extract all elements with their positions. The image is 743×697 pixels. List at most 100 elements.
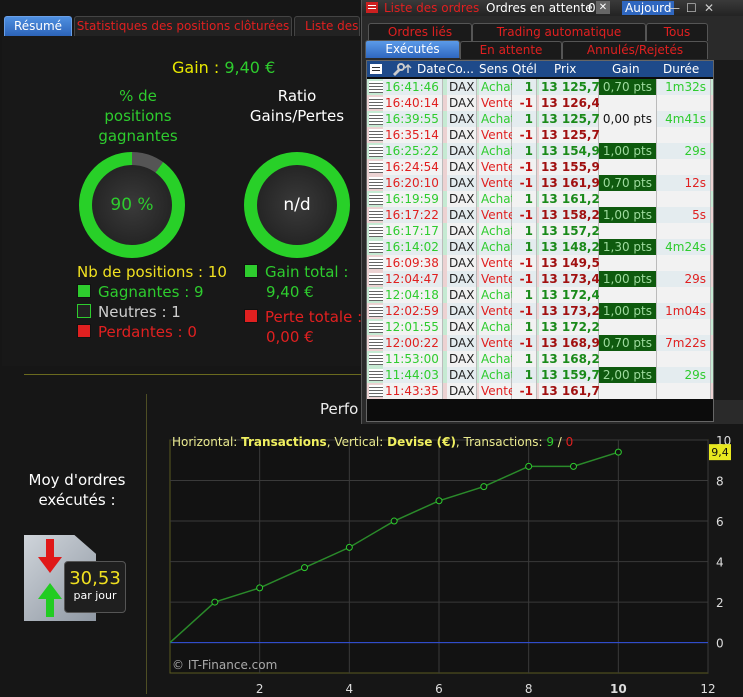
table-row[interactable]: 16:17:17 DAX Achat 1 13 157,2 xyxy=(367,223,713,239)
cell-gain: 0,00 pts xyxy=(599,111,657,127)
order-doc-icon[interactable] xyxy=(369,209,383,221)
header-tools-icon[interactable] xyxy=(391,62,413,79)
cell-date: 16:19:59 xyxy=(383,191,443,207)
table-row[interactable]: 16:25:22 DAX Achat 1 13 154,9 1,00 pts 29s xyxy=(367,143,713,159)
cell-sens: Vente xyxy=(479,303,516,319)
table-row[interactable]: 12:04:18 DAX Achat 1 13 172,4 xyxy=(367,287,713,303)
x-tick-label: 4 xyxy=(346,682,354,696)
cell-duree: 12s xyxy=(657,175,711,191)
order-doc-icon[interactable] xyxy=(369,177,383,189)
order-doc-icon[interactable] xyxy=(369,129,383,141)
cell-gain xyxy=(599,287,657,303)
perte-totale-label: Perte totale : xyxy=(265,308,363,326)
data-point xyxy=(570,462,577,470)
cell-gain xyxy=(599,351,657,367)
table-row[interactable]: 12:04:47 DAX Vente -1 13 173,4 1,00 pts 29s xyxy=(367,271,713,287)
cell-duree xyxy=(657,223,711,239)
table-row[interactable]: 16:09:38 DAX Vente -1 13 149,5 xyxy=(367,255,713,271)
tab-tous[interactable]: Tous xyxy=(646,23,708,41)
order-doc-icon[interactable] xyxy=(369,337,383,349)
cell-prix: 13 125,7 xyxy=(539,127,600,143)
col-gain[interactable]: Gain xyxy=(612,62,640,76)
tab-en-attente[interactable]: En attente xyxy=(460,41,562,59)
cell-prix: 13 172,4 xyxy=(539,287,600,303)
table-row[interactable]: 11:44:03 DAX Achat 1 13 159,7 2,00 pts 29s xyxy=(367,367,713,383)
table-row[interactable]: 12:01:55 DAX Achat 1 13 172,2 xyxy=(367,319,713,335)
title-ordres-attente[interactable]: Ordres en attente xyxy=(486,1,593,15)
cell-duree: 29s xyxy=(657,143,711,159)
col-sens[interactable]: Sens xyxy=(479,62,508,76)
col-code[interactable]: Co... xyxy=(447,62,474,76)
cell-gain xyxy=(599,95,657,111)
col-qte[interactable]: Qtél xyxy=(512,62,537,76)
cell-gain xyxy=(599,223,657,239)
table-row[interactable]: 16:24:54 DAX Vente -1 13 155,9 xyxy=(367,159,713,175)
order-doc-icon[interactable] xyxy=(369,385,383,397)
col-date[interactable]: Date xyxy=(417,62,446,76)
moy-value: 30,53 xyxy=(69,568,121,589)
order-doc-icon[interactable] xyxy=(369,257,383,269)
order-doc-icon[interactable] xyxy=(369,193,383,205)
order-doc-icon[interactable] xyxy=(369,113,383,125)
cell-co: DAX xyxy=(447,111,477,127)
cell-prix: 13 155,9 xyxy=(539,159,600,175)
table-row[interactable]: 16:14:02 DAX Achat 1 13 148,2 1,30 pts 4m24s xyxy=(367,239,713,255)
cell-date: 16:20:10 xyxy=(383,175,443,191)
order-doc-icon[interactable] xyxy=(369,273,383,285)
order-doc-icon[interactable] xyxy=(369,369,383,381)
title-aujourdhui[interactable]: Aujourd xyxy=(622,1,675,15)
cell-qte: -1 xyxy=(512,335,537,351)
tab-trading-auto[interactable]: Trading automatique xyxy=(472,23,646,41)
cell-co: DAX xyxy=(447,223,477,239)
table-row[interactable]: 16:20:10 DAX Vente -1 13 161,9 0,70 pts 12s xyxy=(367,175,713,191)
cell-prix: 13 161,7 xyxy=(539,383,600,399)
moy-box: 30,53 par jour xyxy=(64,561,126,613)
cell-sens: Achat xyxy=(479,287,516,303)
table-row[interactable]: 16:41:46 DAX Achat 1 13 125,7 0,70 pts 1m32s xyxy=(367,79,713,95)
cell-date: 12:02:59 xyxy=(383,303,443,319)
tab-resume[interactable]: Résumé xyxy=(4,16,72,36)
order-doc-icon[interactable] xyxy=(369,97,383,109)
order-doc-icon[interactable] xyxy=(369,353,383,365)
black-square-icon xyxy=(77,304,91,318)
cell-gain: 2,00 pts xyxy=(599,367,657,383)
tab-statistiques[interactable]: Statistiques des positions clôturées xyxy=(74,16,292,36)
header-doc-icon[interactable] xyxy=(369,62,383,79)
close-tab-icon[interactable]: ✕ xyxy=(596,1,610,14)
table-row[interactable]: 16:40:14 DAX Vente -1 13 126,4 xyxy=(367,95,713,111)
minimize-icon[interactable]: — xyxy=(668,1,680,15)
cell-date: 11:43:35 xyxy=(383,383,443,399)
col-duree[interactable]: Durée xyxy=(663,62,699,76)
tab-annules[interactable]: Annulés/Rejetés xyxy=(562,41,708,59)
table-row[interactable]: 11:43:35 DAX Vente -1 13 161,7 xyxy=(367,383,713,399)
table-row[interactable]: 16:19:59 DAX Achat 1 13 161,2 xyxy=(367,191,713,207)
tab-liste[interactable]: Liste des xyxy=(294,16,360,36)
order-doc-icon[interactable] xyxy=(369,145,383,157)
close-icon[interactable]: ✕ xyxy=(704,1,714,15)
cell-gain xyxy=(599,319,657,335)
order-doc-icon[interactable] xyxy=(369,321,383,333)
title-liste-ordres[interactable]: Liste des ordres xyxy=(384,1,479,15)
cell-qte: -1 xyxy=(512,271,537,287)
tab-ordres-lies[interactable]: Ordres liés xyxy=(368,23,472,41)
table-row[interactable]: 16:39:55 DAX Achat 1 13 125,7 0,00 pts 4m41s xyxy=(367,111,713,127)
table-row[interactable]: 11:53:00 DAX Achat 1 13 168,2 xyxy=(367,351,713,367)
col-prix[interactable]: Prix xyxy=(554,62,576,76)
table-row[interactable]: 16:17:22 DAX Vente -1 13 158,2 1,00 pts 5s xyxy=(367,207,713,223)
order-doc-icon[interactable] xyxy=(369,81,383,93)
table-row[interactable]: 16:35:14 DAX Vente -1 13 125,7 xyxy=(367,127,713,143)
order-doc-icon[interactable] xyxy=(369,225,383,237)
orders-table: Date Co... Sens Qtél Prix Gain Durée 16:… xyxy=(366,60,714,422)
neutres-text: Neutres : 1 xyxy=(98,303,181,321)
order-doc-icon[interactable] xyxy=(369,289,383,301)
orders-window[interactable]: Liste des ordres Ordres en attente 0 ✕ A… xyxy=(361,0,743,424)
tab-executes[interactable]: Exécutés xyxy=(365,40,460,58)
table-row[interactable]: 12:02:59 DAX Vente -1 13 173,2 1,00 pts 1m04s xyxy=(367,303,713,319)
order-doc-icon[interactable] xyxy=(369,241,383,253)
order-doc-icon[interactable] xyxy=(369,161,383,173)
cell-date: 12:01:55 xyxy=(383,319,443,335)
cell-duree xyxy=(657,127,711,143)
maximize-icon[interactable]: ☐ xyxy=(686,1,697,15)
order-doc-icon[interactable] xyxy=(369,305,383,317)
table-row[interactable]: 12:00:22 DAX Vente -1 13 168,9 0,70 pts 7m22s xyxy=(367,335,713,351)
